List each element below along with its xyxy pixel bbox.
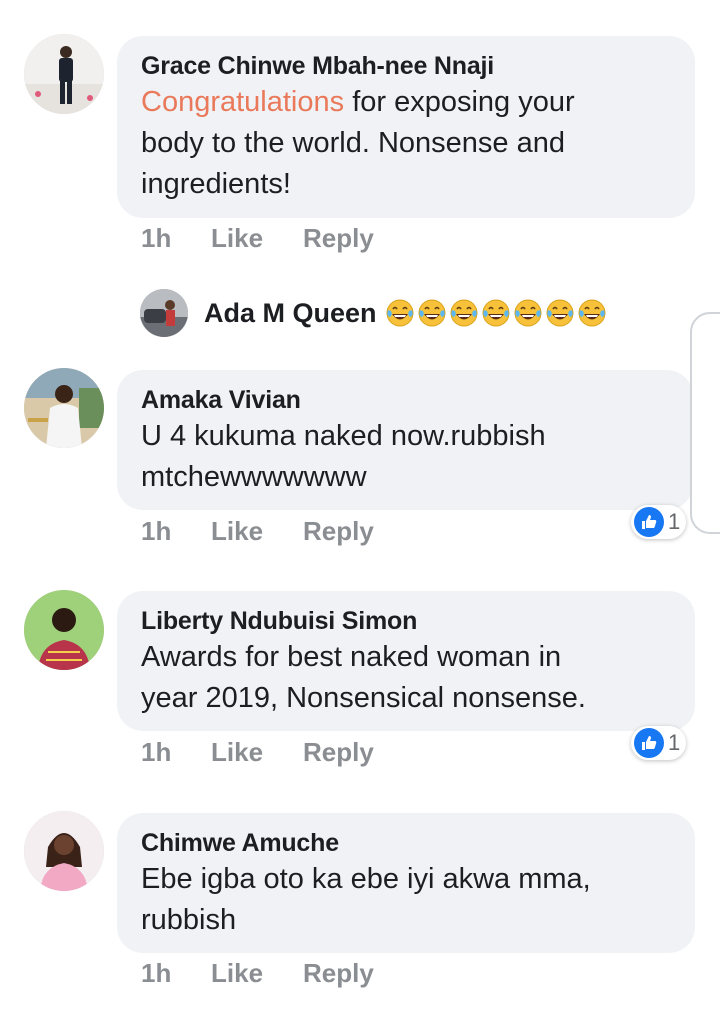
emoji-row xyxy=(385,298,609,328)
avatar[interactable] xyxy=(24,811,104,891)
comment-author[interactable]: Liberty Ndubuisi Simon xyxy=(141,605,671,637)
tears-of-joy-emoji xyxy=(418,299,446,327)
comment-text: Awards for best naked woman in year 2019… xyxy=(141,637,671,719)
comment-bubble: Grace Chinwe Mbah-nee Nnaji Congratulati… xyxy=(117,36,695,218)
reply-preview[interactable]: Ada M Queen xyxy=(140,289,609,337)
comment-actions: 1h Like Reply xyxy=(141,958,374,989)
tears-of-joy-emoji xyxy=(514,299,542,327)
reply-button[interactable]: Reply xyxy=(303,958,374,989)
tears-of-joy-emoji xyxy=(482,299,510,327)
comment-time[interactable]: 1h xyxy=(141,516,211,547)
tears-of-joy-emoji xyxy=(450,299,478,327)
comment-text-line: U 4 kukuma naked now.rubbish xyxy=(141,420,546,452)
avatar[interactable] xyxy=(24,368,104,448)
side-panel-edge[interactable] xyxy=(690,312,720,534)
comment-text-line: mtchewwwwwww xyxy=(141,461,367,493)
comment-actions: 1h Like Reply xyxy=(141,516,374,547)
reply-button[interactable]: Reply xyxy=(303,737,374,768)
like-reaction-icon xyxy=(634,507,664,537)
like-button[interactable]: Like xyxy=(211,958,303,989)
comment-time[interactable]: 1h xyxy=(141,958,211,989)
reaction-number: 1 xyxy=(668,730,681,755)
reply-button[interactable]: Reply xyxy=(303,516,374,547)
reply-avatar[interactable] xyxy=(140,289,188,337)
highlighted-word[interactable]: Congratulations xyxy=(141,86,344,118)
comment-text: U 4 kukuma naked now.rubbish mtchewwwwww… xyxy=(141,416,669,498)
comment-time[interactable]: 1h xyxy=(141,737,211,768)
comment-text-line: Ebe igba oto ka ebe iyi akwa mma, xyxy=(141,863,591,895)
reaction-count[interactable]: 1 xyxy=(631,505,687,539)
tears-of-joy-emoji xyxy=(578,299,606,327)
comment-bubble: Amaka Vivian U 4 kukuma naked now.rubbis… xyxy=(117,370,693,510)
comment-text-part: for exposing your xyxy=(344,86,575,118)
comment-actions: 1h Like Reply xyxy=(141,737,374,768)
comment-text: Congratulations for exposing your body t… xyxy=(141,82,671,205)
avatar[interactable] xyxy=(24,590,104,670)
like-button[interactable]: Like xyxy=(211,516,303,547)
comment-text-line: rubbish xyxy=(141,904,237,936)
like-button[interactable]: Like xyxy=(211,223,303,254)
comment-text: Ebe igba oto ka ebe iyi akwa mma, rubbis… xyxy=(141,859,671,941)
comment-bubble: Chimwe Amuche Ebe igba oto ka ebe iyi ak… xyxy=(117,813,695,953)
comment-bubble: Liberty Ndubuisi Simon Awards for best n… xyxy=(117,591,695,731)
comment-text-line: ingredients! xyxy=(141,168,291,200)
tears-of-joy-emoji xyxy=(386,299,414,327)
avatar[interactable] xyxy=(24,34,104,114)
comment-actions: 1h Like Reply xyxy=(141,223,374,254)
comment-author[interactable]: Grace Chinwe Mbah-nee Nnaji xyxy=(141,50,671,82)
comment-author[interactable]: Amaka Vivian xyxy=(141,384,669,416)
reaction-count[interactable]: 1 xyxy=(631,726,687,760)
like-button[interactable]: Like xyxy=(211,737,303,768)
comment-text-line: Awards for best naked woman in xyxy=(141,641,562,673)
reply-author[interactable]: Ada M Queen xyxy=(204,298,377,329)
like-reaction-icon xyxy=(634,728,664,758)
reaction-number: 1 xyxy=(668,509,681,534)
comment-text-line: body to the world. Nonsense and xyxy=(141,127,565,159)
comment-time[interactable]: 1h xyxy=(141,223,211,254)
comment-text-line: year 2019, Nonsensical nonsense. xyxy=(141,682,586,714)
comment-author[interactable]: Chimwe Amuche xyxy=(141,827,671,859)
tears-of-joy-emoji xyxy=(546,299,574,327)
reply-button[interactable]: Reply xyxy=(303,223,374,254)
